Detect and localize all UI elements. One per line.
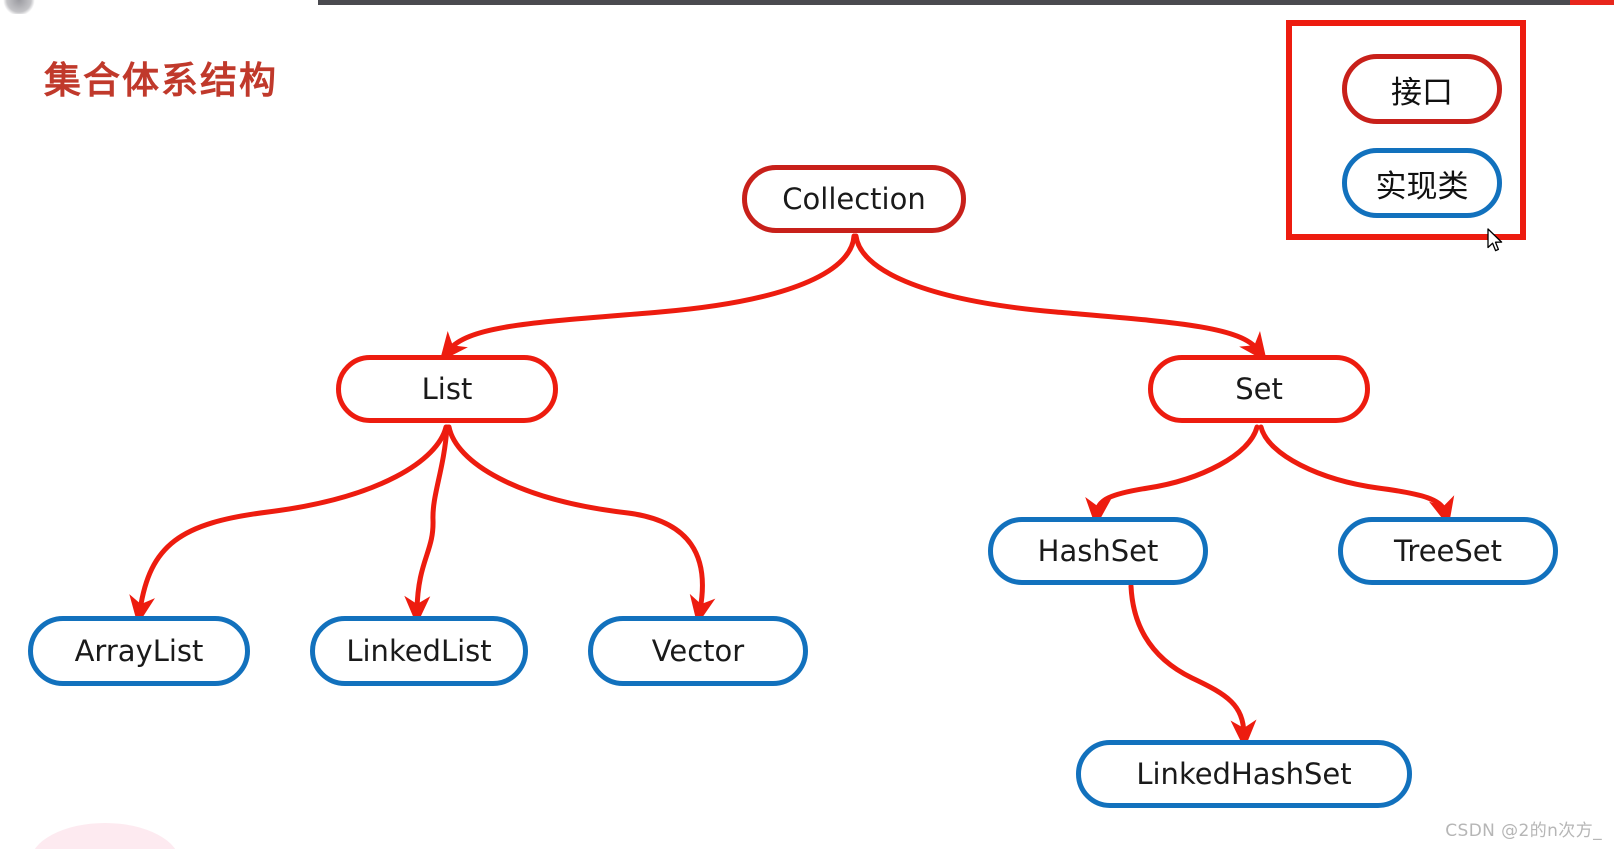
diagram-canvas: 集合体系结构 Collection List Set ArrayList Lin… bbox=[0, 0, 1614, 849]
watermark: CSDN @2的n次方_ bbox=[1445, 821, 1602, 841]
decorative-pink-blob bbox=[30, 823, 180, 849]
edge-set-hashset bbox=[1085, 424, 1260, 527]
edge-list-vector bbox=[446, 424, 716, 625]
node-arraylist-label: ArrayList bbox=[74, 634, 204, 668]
node-linkedhashset[interactable]: LinkedHashSet bbox=[1076, 740, 1412, 808]
node-arraylist[interactable]: ArrayList bbox=[28, 616, 250, 686]
node-linkedlist[interactable]: LinkedList bbox=[310, 616, 528, 686]
page-title: 集合体系结构 bbox=[44, 59, 278, 102]
node-treeset-label: TreeSet bbox=[1393, 534, 1503, 568]
edge-collection-list bbox=[439, 233, 857, 362]
legend-item-interface-label: 接口 bbox=[1391, 74, 1453, 111]
legend-item-implementation-label: 实现类 bbox=[1375, 168, 1469, 205]
legend-item-implementation: 实现类 bbox=[1342, 148, 1502, 218]
node-set-label: Set bbox=[1235, 372, 1283, 406]
node-linkedhashset-label: LinkedHashSet bbox=[1136, 757, 1352, 791]
node-collection[interactable]: Collection bbox=[742, 165, 966, 233]
node-treeset[interactable]: TreeSet bbox=[1338, 517, 1558, 585]
legend-item-interface: 接口 bbox=[1342, 54, 1502, 124]
node-list[interactable]: List bbox=[336, 355, 558, 423]
edge-list-arraylist bbox=[129, 424, 449, 625]
node-hashset[interactable]: HashSet bbox=[988, 517, 1208, 585]
edge-hashset-linkedhashset bbox=[1128, 583, 1257, 749]
node-vector[interactable]: Vector bbox=[588, 616, 808, 686]
node-collection-label: Collection bbox=[782, 182, 926, 216]
partial-ui-blob bbox=[2, 0, 36, 14]
node-vector-label: Vector bbox=[651, 634, 745, 668]
browser-chrome-accent bbox=[1570, 0, 1614, 5]
edge-set-treeset bbox=[1258, 424, 1455, 527]
node-linkedlist-label: LinkedList bbox=[346, 634, 492, 668]
edge-list-linkedlist bbox=[404, 424, 450, 625]
edge-collection-set bbox=[853, 233, 1268, 362]
node-set[interactable]: Set bbox=[1148, 355, 1370, 423]
mouse-cursor-icon bbox=[1487, 228, 1503, 252]
node-hashset-label: HashSet bbox=[1037, 534, 1159, 568]
node-list-label: List bbox=[421, 372, 473, 406]
browser-chrome-bar bbox=[318, 0, 1570, 5]
legend-box: 接口 实现类 bbox=[1286, 20, 1526, 240]
